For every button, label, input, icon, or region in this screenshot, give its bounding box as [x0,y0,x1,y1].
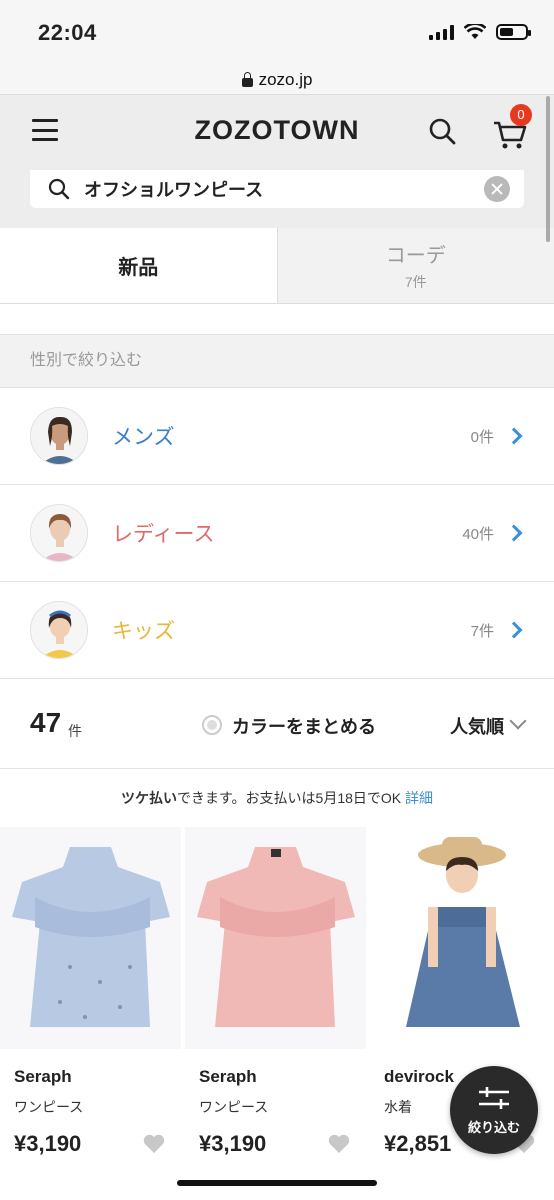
gender-label-mens: メンズ [112,426,175,449]
avatar-mens [30,407,88,465]
chevron-right-icon [505,524,523,542]
status-bar: 22:04 [0,0,554,66]
gender-row-ladies[interactable]: レディース 40件 [0,485,554,582]
home-indicator[interactable] [177,1180,377,1186]
result-count: 47 [30,707,62,738]
filter-fab-label: 絞り込む [467,1119,520,1135]
product-brand: Seraph [14,1067,72,1086]
product-price: ¥2,851 [384,1131,452,1156]
search-field-icon [48,178,70,200]
tab-new[interactable]: 新品 [0,228,277,303]
notice-detail-link[interactable]: 詳細 [405,790,433,806]
gender-count-kids: 7件 [470,622,494,640]
chevron-down-icon[interactable] [509,712,527,730]
product-image[interactable] [370,827,551,1049]
signal-icon [429,24,454,40]
product-price: ¥3,190 [199,1131,267,1156]
heart-icon[interactable] [143,1134,165,1154]
search-icon[interactable] [428,117,456,145]
status-time: 22:04 [38,20,97,45]
product-type: ワンピース [199,1099,269,1115]
product-card[interactable]: Seraph ワンピース ¥3,190 [185,827,366,1157]
color-group-label[interactable]: カラーをまとめる [232,713,376,739]
tab-coordinate-count: 7件 [404,274,427,290]
filter-sliders-icon [479,1086,509,1109]
results-bar: 47 件 カラーをまとめる 人気順 [0,679,554,769]
tab-bar: 新品 コーデ 7件 [0,228,554,304]
product-image[interactable] [185,827,366,1049]
result-count-unit: 件 [68,723,82,739]
avatar-kids [30,601,88,659]
gender-label-kids: キッズ [112,620,175,643]
heart-icon[interactable] [328,1134,350,1154]
gender-row-mens[interactable]: メンズ 0件 [0,388,554,485]
gender-filter-heading: 性別で絞り込む [0,334,554,388]
gender-label-ladies: レディース [112,523,215,546]
wifi-icon [464,24,486,39]
cart-badge: 0 [510,104,532,126]
gender-row-kids[interactable]: キッズ 7件 [0,582,554,679]
notice-text: できます。お支払いは5月18日でOK [176,790,402,806]
notice-bold: ツケ払い [120,790,177,806]
gender-count-mens: 0件 [470,428,494,446]
chevron-right-icon [505,621,523,639]
url-bar[interactable]: zozo.jp [0,66,554,94]
avatar-ladies [30,504,88,562]
tab-new-label: 新品 [118,257,159,279]
product-image[interactable] [0,827,181,1049]
color-group-radio[interactable] [202,715,222,735]
tab-coordinate[interactable]: コーデ 7件 [276,228,554,303]
gender-count-ladies: 40件 [462,525,494,543]
payment-notice: ツケ払いできます。お支払いは5月18日でOK 詳細 [0,769,554,827]
product-type: ワンピース [14,1099,84,1115]
filter-fab-button[interactable]: 絞り込む [450,1066,538,1154]
chevron-right-icon [505,427,523,445]
search-query[interactable]: オフショルワンピース [84,176,484,202]
search-area: オフショルワンピース [0,166,554,228]
product-brand: Seraph [199,1067,257,1086]
search-input[interactable]: オフショルワンピース [30,170,524,208]
product-card[interactable]: Seraph ワンピース ¥3,190 [0,827,181,1157]
url-text: zozo.jp [258,70,313,89]
status-icons [429,24,531,40]
lock-icon [241,71,253,87]
site-logo[interactable]: ZOZOTOWN [0,115,554,146]
sort-select[interactable]: 人気順 [450,713,504,739]
clear-icon[interactable] [484,176,510,202]
app-header: ZOZOTOWN [0,94,554,166]
tab-coordinate-label: コーデ [385,245,446,267]
product-price: ¥3,190 [14,1131,82,1156]
battery-icon [496,24,531,40]
scrollbar[interactable] [546,96,550,242]
